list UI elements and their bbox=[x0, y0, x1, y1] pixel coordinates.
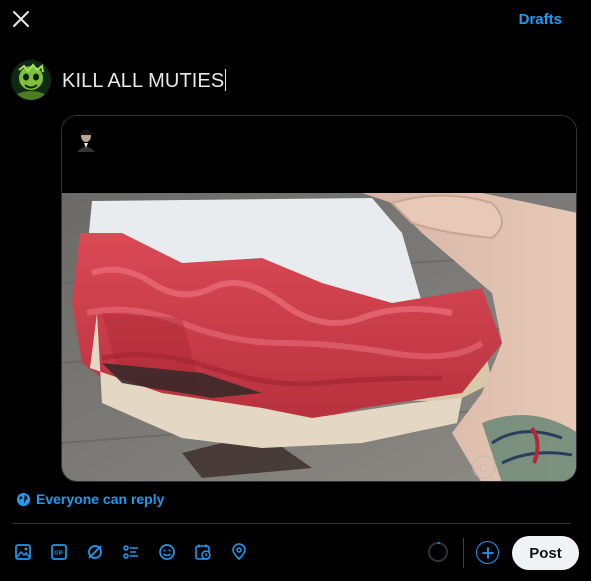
compose-text-content: KILL ALL MUTIES bbox=[62, 70, 225, 92]
globe-icon bbox=[16, 492, 31, 506]
emoji-icon bbox=[159, 544, 175, 560]
reply-setting-button[interactable]: Everyone can reply bbox=[16, 491, 164, 507]
avatar-image bbox=[11, 60, 51, 100]
emoji-button[interactable] bbox=[156, 541, 178, 563]
plus-icon bbox=[481, 546, 494, 559]
attached-photo: C bbox=[62, 193, 576, 481]
location-icon bbox=[232, 543, 246, 561]
post-button[interactable]: Post bbox=[512, 536, 579, 570]
add-post-button[interactable] bbox=[476, 541, 499, 564]
embedded-post-header bbox=[62, 116, 576, 193]
media-button[interactable] bbox=[12, 541, 34, 563]
avatar[interactable] bbox=[11, 60, 51, 100]
embedded-post-avatar bbox=[75, 128, 97, 152]
gif-button[interactable]: GIF bbox=[48, 541, 70, 563]
gif-icon: GIF bbox=[51, 544, 67, 560]
drafts-link[interactable]: Drafts bbox=[519, 11, 562, 28]
composer-toolbar: GIF Post bbox=[0, 534, 591, 572]
compose-textbox[interactable]: KILL ALL MUTIES bbox=[62, 69, 227, 93]
grok-icon bbox=[88, 545, 102, 559]
poll-icon bbox=[123, 545, 138, 559]
media-icon bbox=[15, 544, 31, 560]
character-count-ring bbox=[428, 541, 448, 562]
svg-text:C: C bbox=[479, 461, 488, 475]
close-icon bbox=[13, 11, 29, 27]
schedule-button[interactable] bbox=[192, 541, 214, 563]
poll-button[interactable] bbox=[120, 541, 142, 563]
toolbar-divider bbox=[12, 523, 571, 524]
close-button[interactable] bbox=[8, 6, 34, 32]
toolbar-separator bbox=[463, 538, 464, 568]
grok-button[interactable] bbox=[84, 541, 106, 563]
location-button[interactable] bbox=[228, 541, 250, 563]
text-caret bbox=[225, 69, 227, 91]
svg-text:GIF: GIF bbox=[54, 551, 64, 557]
composer-header: Drafts bbox=[0, 0, 591, 40]
attached-media-card[interactable]: C bbox=[61, 115, 577, 482]
schedule-icon bbox=[195, 544, 211, 560]
reply-setting-label: Everyone can reply bbox=[36, 491, 165, 507]
